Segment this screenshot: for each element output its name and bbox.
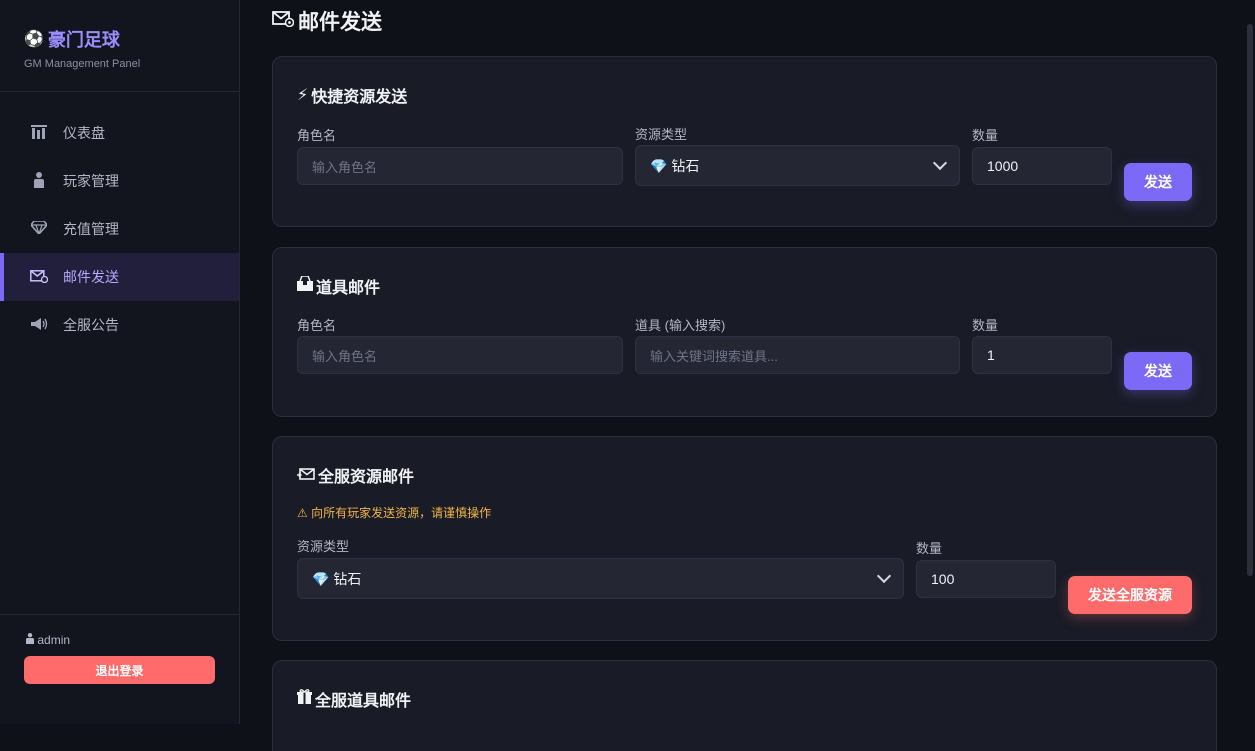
chevron-down-icon (932, 155, 948, 171)
chevron-down-icon (876, 568, 892, 584)
scrollbar[interactable] (1245, 0, 1255, 724)
send-button[interactable]: 发送 (1124, 352, 1192, 390)
resource-type-select[interactable]: 💎 钻石 (635, 145, 960, 186)
page-title: 邮件发送 (272, 6, 382, 36)
send-server-resource-button[interactable]: 发送全服资源 (1068, 576, 1192, 614)
current-user: admin (26, 633, 70, 647)
sidebar-footer: admin 退出登录 (0, 614, 239, 724)
sidebar-item-dashboard[interactable]: 仪表盘 (0, 109, 239, 157)
resource-type-value: 💎 钻石 (312, 570, 362, 587)
mail-icon (30, 269, 49, 286)
card-title-text: 道具邮件 (316, 280, 381, 297)
brand: ⚽ 豪门足球 GM Management Panel (0, 0, 239, 92)
role-name-label: 角色名 (297, 318, 337, 333)
main-content: 邮件发送 ⚡ 快捷资源发送 角色名 输入角色名 资源类型 💎 钻石 数量 100… (240, 0, 1245, 751)
item-search-label: 道具 (输入搜索) (635, 318, 726, 333)
role-name-input[interactable]: 输入角色名 (297, 336, 623, 374)
sidebar-item-recharge[interactable]: 充值管理 (0, 205, 239, 253)
item-search-input[interactable]: 输入关键词搜索道具... (635, 336, 960, 374)
chart-bars-icon (30, 124, 48, 142)
brand-name: 豪门足球 (47, 30, 120, 50)
quantity-label: 数量 (972, 128, 999, 143)
soccer-ball-icon: ⚽ (24, 31, 44, 48)
sidebar-item-mail[interactable]: 邮件发送 (0, 253, 239, 301)
resource-type-label: 资源类型 (297, 539, 350, 554)
page-title-text: 邮件发送 (298, 11, 382, 34)
sidebar-item-label: 邮件发送 (63, 269, 119, 285)
quantity-input[interactable]: 1 (972, 336, 1112, 374)
scrollbar-thumb[interactable] (1247, 24, 1253, 576)
card-title: 全服资源邮件 (297, 463, 414, 487)
sidebar-item-players[interactable]: 玩家管理 (0, 157, 239, 205)
card-title: 道具邮件 (297, 274, 380, 298)
mail-send-icon (297, 466, 315, 485)
quantity-label: 数量 (916, 541, 943, 556)
card-title-text: 快捷资源发送 (311, 89, 408, 106)
username: admin (37, 633, 71, 647)
quantity-input[interactable]: 100 (916, 560, 1056, 598)
item-mail-card: 道具邮件 角色名 输入角色名 道具 (输入搜索) 输入关键词搜索道具... 数量… (272, 247, 1217, 417)
sidebar-item-label: 仪表盘 (63, 125, 105, 141)
quantity-input[interactable]: 1000 (972, 147, 1112, 185)
gift-icon (297, 689, 312, 709)
package-icon (297, 275, 313, 296)
sidebar-item-label: 全服公告 (63, 317, 119, 333)
brand-title: ⚽ 豪门足球 (24, 26, 215, 52)
sidebar: ⚽ 豪门足球 GM Management Panel 仪表盘 玩家管理 充值管理 (0, 0, 240, 724)
sidebar-item-label: 充值管理 (63, 221, 119, 237)
card-title: 全服道具邮件 (297, 687, 411, 711)
sidebar-item-announcement[interactable]: 全服公告 (0, 301, 239, 349)
card-title-text: 全服资源邮件 (318, 469, 415, 486)
user-icon (26, 633, 37, 647)
server-item-card: 全服道具邮件 (272, 660, 1217, 751)
brand-subtitle: GM Management Panel (24, 58, 141, 70)
role-name-label: 角色名 (297, 128, 337, 143)
server-resource-card: 全服资源邮件 ⚠ 向所有玩家发送资源，请谨慎操作 资源类型 💎 钻石 数量 10… (272, 436, 1217, 641)
lightning-icon: ⚡ (297, 87, 309, 104)
megaphone-icon (30, 317, 48, 334)
send-button[interactable]: 发送 (1124, 163, 1192, 201)
person-icon (30, 171, 48, 191)
mail-icon (272, 9, 295, 33)
resource-type-select[interactable]: 💎 钻石 (297, 558, 904, 599)
card-title: ⚡ 快捷资源发送 (297, 83, 407, 107)
warning-message: ⚠ 向所有玩家发送资源，请谨慎操作 (297, 506, 492, 520)
sidebar-item-label: 玩家管理 (63, 173, 119, 189)
resource-type-value: 💎 钻石 (650, 157, 700, 174)
card-title-text: 全服道具邮件 (315, 693, 412, 710)
diamond-icon (29, 220, 49, 237)
sidebar-nav: 仪表盘 玩家管理 充值管理 邮件发送 全服公告 (0, 109, 239, 349)
role-name-input[interactable]: 输入角色名 (297, 147, 623, 185)
logout-button[interactable]: 退出登录 (24, 656, 215, 684)
quantity-label: 数量 (972, 318, 999, 333)
resource-type-label: 资源类型 (635, 127, 688, 142)
quick-resource-card: ⚡ 快捷资源发送 角色名 输入角色名 资源类型 💎 钻石 数量 1000 发送 (272, 56, 1217, 227)
